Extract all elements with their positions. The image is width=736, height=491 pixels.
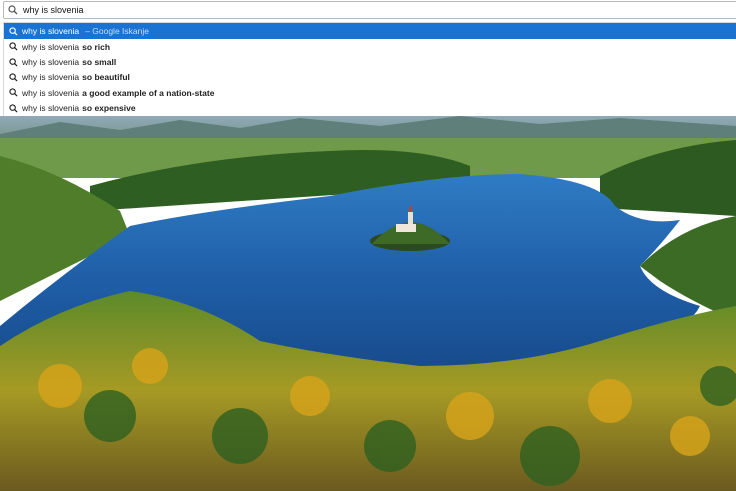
address-search-bar[interactable]	[3, 1, 736, 19]
suggestion-base: why is slovenia	[22, 57, 80, 68]
suggestion-completion: so small	[82, 57, 117, 68]
search-icon	[4, 55, 22, 69]
search-icon	[4, 70, 22, 84]
suggestion-meta: – Google Iskanje	[85, 26, 149, 36]
suggestion-item[interactable]: why is slovenia so expensive	[4, 101, 736, 116]
suggestion-base: why is slovenia	[22, 87, 80, 98]
suggestion-item[interactable]: why is slovenia so rich	[4, 39, 736, 54]
suggestion-item[interactable]: why is slovenia – Google Iskanje	[4, 23, 736, 39]
search-icon	[4, 2, 22, 18]
search-icon	[4, 86, 22, 100]
suggestion-base: why is slovenia	[22, 26, 80, 36]
suggestion-item[interactable]: why is slovenia a good example of a nati…	[4, 85, 736, 100]
suggestion-base: why is slovenia	[22, 41, 80, 52]
suggestion-completion: so rich	[82, 41, 111, 52]
suggestion-dropdown: why is slovenia – Google Iskanje why is …	[3, 22, 736, 117]
suggestion-item[interactable]: why is slovenia so beautiful	[4, 70, 736, 85]
search-input[interactable]	[22, 2, 722, 18]
search-icon	[4, 40, 22, 54]
suggestion-item[interactable]: why is slovenia so small	[4, 54, 736, 69]
suggestion-completion: so beautiful	[82, 72, 130, 83]
background-photo-lake	[0, 116, 736, 491]
suggestion-base: why is slovenia	[22, 72, 80, 83]
suggestion-completion: a good example of a nation-state	[82, 87, 215, 98]
search-icon	[4, 24, 22, 38]
suggestion-base: why is slovenia	[22, 103, 80, 114]
suggestion-completion: so expensive	[82, 103, 136, 114]
search-icon	[4, 101, 22, 115]
